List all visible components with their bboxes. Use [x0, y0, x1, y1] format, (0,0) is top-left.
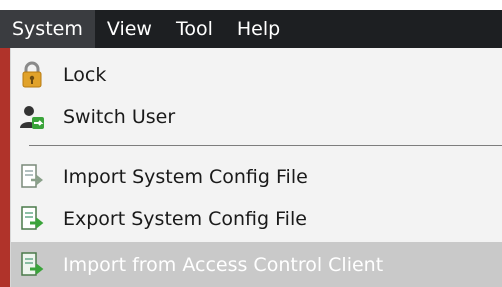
menu-item-switch-user[interactable]: Switch User	[11, 96, 502, 138]
menu-item-lock[interactable]: Lock	[11, 54, 502, 96]
menu-item-export-config[interactable]: Export System Config File	[11, 198, 502, 240]
menu-item-label: Switch User	[63, 106, 176, 128]
import-config-icon	[17, 162, 47, 192]
import-access-icon	[17, 250, 47, 280]
top-strip	[0, 0, 502, 10]
system-dropdown-menu: Lock Switch User Import System Config Fi…	[10, 48, 502, 287]
menu-item-label: Import from Access Control Client	[63, 253, 384, 276]
menu-tool[interactable]: Tool	[164, 10, 225, 48]
menu-view[interactable]: View	[95, 10, 164, 48]
menu-item-import-access-control[interactable]: Import from Access Control Client	[11, 242, 502, 287]
switch-user-icon	[17, 102, 47, 132]
menu-bar: System View Tool Help	[0, 10, 502, 48]
menu-system[interactable]: System	[0, 10, 95, 48]
background-window-edge	[0, 48, 10, 287]
menu-item-label: Export System Config File	[63, 208, 307, 230]
export-config-icon	[17, 204, 47, 234]
menu-item-import-config[interactable]: Import System Config File	[11, 156, 502, 198]
menu-separator	[29, 145, 502, 146]
menu-item-label: Lock	[63, 64, 107, 86]
menu-help[interactable]: Help	[225, 10, 292, 48]
padlock-icon	[17, 60, 47, 90]
menu-item-label: Import System Config File	[63, 166, 308, 188]
